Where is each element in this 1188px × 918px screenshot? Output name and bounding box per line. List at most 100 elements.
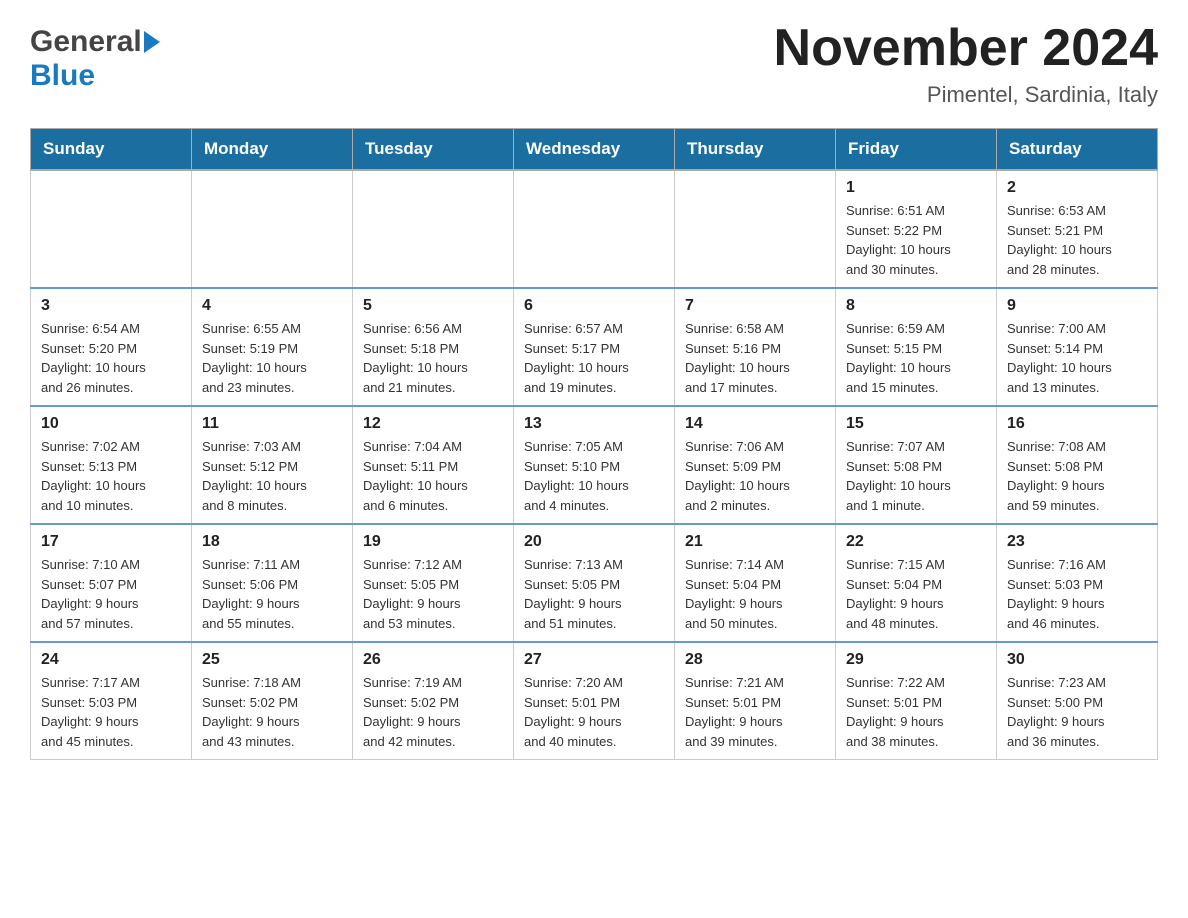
weekday-header-wednesday: Wednesday — [514, 129, 675, 171]
weekday-header-friday: Friday — [836, 129, 997, 171]
day-number: 15 — [846, 415, 986, 433]
day-number: 24 — [41, 651, 181, 669]
day-cell: 26 Sunrise: 7:19 AMSunset: 5:02 PMDayligh… — [353, 642, 514, 760]
day-info: Sunrise: 6:55 AMSunset: 5:19 PMDaylight:… — [202, 319, 342, 397]
day-number: 2 — [1007, 179, 1147, 197]
day-number: 3 — [41, 297, 181, 315]
day-number: 4 — [202, 297, 342, 315]
day-cell — [514, 170, 675, 288]
day-cell: 6 Sunrise: 6:57 AMSunset: 5:17 PMDaylight… — [514, 288, 675, 406]
day-cell: 16 Sunrise: 7:08 AMSunset: 5:08 PMDayligh… — [997, 406, 1158, 524]
day-number: 23 — [1007, 533, 1147, 551]
day-cell: 21 Sunrise: 7:14 AMSunset: 5:04 PMDayligh… — [675, 524, 836, 642]
weekday-header-monday: Monday — [192, 129, 353, 171]
day-cell: 11 Sunrise: 7:03 AMSunset: 5:12 PMDayligh… — [192, 406, 353, 524]
day-info: Sunrise: 6:58 AMSunset: 5:16 PMDaylight:… — [685, 319, 825, 397]
day-cell — [31, 170, 192, 288]
day-number: 13 — [524, 415, 664, 433]
day-info: Sunrise: 6:59 AMSunset: 5:15 PMDaylight:… — [846, 319, 986, 397]
day-cell: 3 Sunrise: 6:54 AMSunset: 5:20 PMDaylight… — [31, 288, 192, 406]
day-number: 21 — [685, 533, 825, 551]
day-number: 28 — [685, 651, 825, 669]
day-info: Sunrise: 7:12 AMSunset: 5:05 PMDaylight:… — [363, 555, 503, 633]
day-number: 26 — [363, 651, 503, 669]
day-cell: 28 Sunrise: 7:21 AMSunset: 5:01 PMDayligh… — [675, 642, 836, 760]
day-info: Sunrise: 6:51 AMSunset: 5:22 PMDaylight:… — [846, 201, 986, 279]
day-info: Sunrise: 7:04 AMSunset: 5:11 PMDaylight:… — [363, 437, 503, 515]
calendar-subtitle: Pimentel, Sardinia, Italy — [774, 82, 1158, 108]
day-info: Sunrise: 6:53 AMSunset: 5:21 PMDaylight:… — [1007, 201, 1147, 279]
day-cell: 14 Sunrise: 7:06 AMSunset: 5:09 PMDayligh… — [675, 406, 836, 524]
day-info: Sunrise: 7:19 AMSunset: 5:02 PMDaylight:… — [363, 673, 503, 751]
title-section: November 2024 Pimentel, Sardinia, Italy — [774, 20, 1158, 108]
day-cell: 9 Sunrise: 7:00 AMSunset: 5:14 PMDaylight… — [997, 288, 1158, 406]
day-info: Sunrise: 7:22 AMSunset: 5:01 PMDaylight:… — [846, 673, 986, 751]
day-info: Sunrise: 7:06 AMSunset: 5:09 PMDaylight:… — [685, 437, 825, 515]
week-row-2: 3 Sunrise: 6:54 AMSunset: 5:20 PMDaylight… — [31, 288, 1158, 406]
day-cell: 15 Sunrise: 7:07 AMSunset: 5:08 PMDayligh… — [836, 406, 997, 524]
day-number: 22 — [846, 533, 986, 551]
day-cell: 19 Sunrise: 7:12 AMSunset: 5:05 PMDayligh… — [353, 524, 514, 642]
day-cell: 10Sunrise: 7:02 AMSunset: 5:13 PMDayligh… — [31, 406, 192, 524]
day-info: Sunrise: 7:02 AMSunset: 5:13 PMDaylight:… — [41, 437, 181, 515]
calendar-title: November 2024 — [774, 20, 1158, 77]
day-number: 8 — [846, 297, 986, 315]
day-cell: 17 Sunrise: 7:10 AMSunset: 5:07 PMDayligh… — [31, 524, 192, 642]
day-info: Sunrise: 7:11 AMSunset: 5:06 PMDaylight:… — [202, 555, 342, 633]
day-cell: 1Sunrise: 6:51 AMSunset: 5:22 PMDaylight… — [836, 170, 997, 288]
day-info: Sunrise: 7:08 AMSunset: 5:08 PMDaylight:… — [1007, 437, 1147, 515]
day-info: Sunrise: 7:05 AMSunset: 5:10 PMDaylight:… — [524, 437, 664, 515]
day-cell: 20 Sunrise: 7:13 AMSunset: 5:05 PMDayligh… — [514, 524, 675, 642]
day-number: 18 — [202, 533, 342, 551]
day-number: 17 — [41, 533, 181, 551]
day-number: 29 — [846, 651, 986, 669]
day-number: 20 — [524, 533, 664, 551]
page-header: General Blue November 2024 Pimentel, Sar… — [30, 20, 1158, 108]
day-cell: 2 Sunrise: 6:53 AMSunset: 5:21 PMDaylight… — [997, 170, 1158, 288]
day-number: 27 — [524, 651, 664, 669]
day-cell — [675, 170, 836, 288]
day-info: Sunrise: 7:23 AMSunset: 5:00 PMDaylight:… — [1007, 673, 1147, 751]
day-info: Sunrise: 7:16 AMSunset: 5:03 PMDaylight:… — [1007, 555, 1147, 633]
day-cell: 7 Sunrise: 6:58 AMSunset: 5:16 PMDaylight… — [675, 288, 836, 406]
day-number: 9 — [1007, 297, 1147, 315]
weekday-header-row: SundayMondayTuesdayWednesdayThursdayFrid… — [31, 129, 1158, 171]
day-info: Sunrise: 7:10 AMSunset: 5:07 PMDaylight:… — [41, 555, 181, 633]
day-info: Sunrise: 7:20 AMSunset: 5:01 PMDaylight:… — [524, 673, 664, 751]
day-cell: 22 Sunrise: 7:15 AMSunset: 5:04 PMDayligh… — [836, 524, 997, 642]
day-cell: 24 Sunrise: 7:17 AMSunset: 5:03 PMDayligh… — [31, 642, 192, 760]
day-info: Sunrise: 7:00 AMSunset: 5:14 PMDaylight:… — [1007, 319, 1147, 397]
day-number: 14 — [685, 415, 825, 433]
day-cell: 18 Sunrise: 7:11 AMSunset: 5:06 PMDayligh… — [192, 524, 353, 642]
day-info: Sunrise: 7:14 AMSunset: 5:04 PMDaylight:… — [685, 555, 825, 633]
day-info: Sunrise: 7:15 AMSunset: 5:04 PMDaylight:… — [846, 555, 986, 633]
logo-blue-text: Blue — [30, 59, 95, 92]
day-info: Sunrise: 7:03 AMSunset: 5:12 PMDaylight:… — [202, 437, 342, 515]
day-cell — [192, 170, 353, 288]
day-number: 7 — [685, 297, 825, 315]
calendar-table: SundayMondayTuesdayWednesdayThursdayFrid… — [30, 128, 1158, 760]
weekday-header-tuesday: Tuesday — [353, 129, 514, 171]
day-info: Sunrise: 7:13 AMSunset: 5:05 PMDaylight:… — [524, 555, 664, 633]
day-cell: 4 Sunrise: 6:55 AMSunset: 5:19 PMDaylight… — [192, 288, 353, 406]
weekday-header-thursday: Thursday — [675, 129, 836, 171]
day-cell — [353, 170, 514, 288]
day-info: Sunrise: 7:17 AMSunset: 5:03 PMDaylight:… — [41, 673, 181, 751]
day-info: Sunrise: 6:56 AMSunset: 5:18 PMDaylight:… — [363, 319, 503, 397]
weekday-header-sunday: Sunday — [31, 129, 192, 171]
day-info: Sunrise: 6:54 AMSunset: 5:20 PMDaylight:… — [41, 319, 181, 397]
day-info: Sunrise: 7:07 AMSunset: 5:08 PMDaylight:… — [846, 437, 986, 515]
day-cell: 5Sunrise: 6:56 AMSunset: 5:18 PMDaylight… — [353, 288, 514, 406]
day-info: Sunrise: 6:57 AMSunset: 5:17 PMDaylight:… — [524, 319, 664, 397]
weekday-header-saturday: Saturday — [997, 129, 1158, 171]
day-info: Sunrise: 7:21 AMSunset: 5:01 PMDaylight:… — [685, 673, 825, 751]
day-number: 6 — [524, 297, 664, 315]
day-number: 11 — [202, 415, 342, 433]
day-number: 12 — [363, 415, 503, 433]
day-info: Sunrise: 7:18 AMSunset: 5:02 PMDaylight:… — [202, 673, 342, 751]
day-cell: 13 Sunrise: 7:05 AMSunset: 5:10 PMDayligh… — [514, 406, 675, 524]
day-cell: 23 Sunrise: 7:16 AMSunset: 5:03 PMDayligh… — [997, 524, 1158, 642]
day-number: 16 — [1007, 415, 1147, 433]
week-row-5: 24 Sunrise: 7:17 AMSunset: 5:03 PMDayligh… — [31, 642, 1158, 760]
day-number: 19 — [363, 533, 503, 551]
